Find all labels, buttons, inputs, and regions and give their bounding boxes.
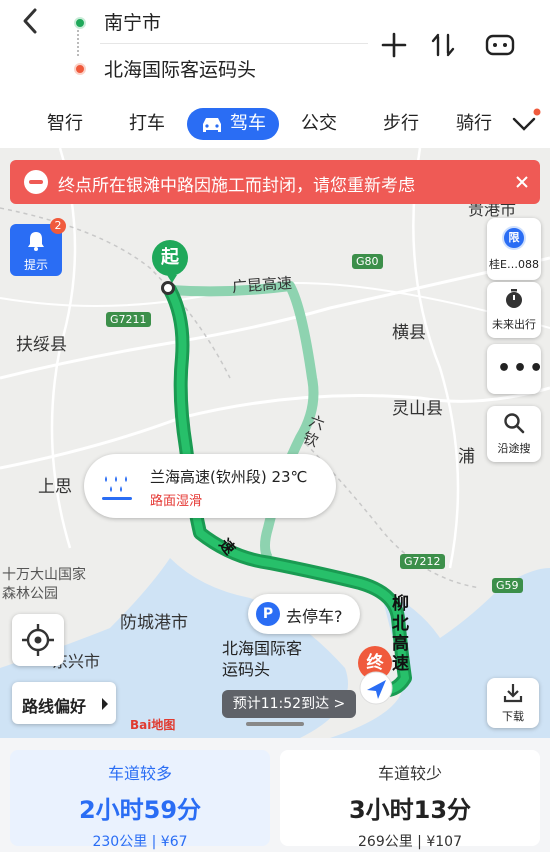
download-icon: [502, 682, 524, 704]
tab-walk[interactable]: 步行: [376, 108, 426, 140]
bell-icon: [26, 230, 46, 252]
place-label: 灵山县: [392, 399, 443, 419]
tab-smart[interactable]: 智行: [40, 108, 90, 140]
place-label: 扶绥县: [16, 335, 67, 355]
tab-bike[interactable]: 骑行: [456, 108, 492, 140]
alert-text: 终点所在银滩中路因施工而封闭，请您重新考虑: [58, 176, 415, 196]
parking-bubble[interactable]: P 去停车?: [248, 594, 360, 634]
restriction-icon: 限: [502, 226, 526, 250]
park-label: 十万大山国家森林公园: [2, 567, 86, 602]
download-button[interactable]: 下载: [487, 678, 539, 728]
more-dots-icon: •••: [497, 356, 546, 381]
baidu-logo: Bai地图: [130, 718, 176, 732]
route-option-alt[interactable]: 车道较少 3小时13分 269公里 | ¥107: [280, 750, 540, 850]
start-point-icon: [161, 281, 175, 295]
road-closure-alert: 终点所在银滩中路因施工而封闭，请您重新考虑: [10, 160, 540, 204]
route-tag: 车道较少: [377, 764, 442, 783]
tips-badge: 2: [50, 218, 66, 234]
more-modes-chevron-icon[interactable]: [508, 108, 542, 140]
route-option-fast[interactable]: 车道较多 2小时59分 230公里 | ¥67: [10, 750, 270, 850]
route-options-panel: 车道较多 2小时59分 230公里 | ¥67 车道较少 3小时13分 269公…: [0, 738, 550, 852]
place-label: 横县: [392, 323, 426, 343]
place-label: 防城港市: [120, 613, 188, 633]
eta-pill[interactable]: 预计11:52到达 >: [222, 690, 356, 718]
tab-taxi[interactable]: 打车: [122, 108, 172, 140]
rain-icon: [100, 470, 134, 502]
car-settings-icon[interactable]: [482, 27, 518, 63]
road-shield: G80: [352, 254, 383, 269]
restriction-button[interactable]: 限 桂E…088: [487, 218, 541, 280]
road-shield: G7211: [106, 312, 151, 327]
no-entry-icon: [24, 170, 48, 194]
route-connector: [77, 30, 81, 56]
download-label: 下载: [502, 710, 524, 723]
tab-bus[interactable]: 公交: [294, 108, 344, 140]
car-icon: [199, 114, 225, 146]
drag-handle[interactable]: [246, 722, 304, 726]
search-along-label: 沿途搜: [497, 442, 531, 455]
road-shield: G7212: [400, 554, 445, 569]
parking-label: 去停车?: [286, 607, 343, 626]
route-header: 南宁市 北海国际客运码头: [0, 0, 550, 100]
locate-button[interactable]: [12, 614, 64, 666]
tab-drive[interactable]: 驾车: [187, 108, 279, 140]
start-marker[interactable]: 起: [152, 240, 188, 276]
route-duration: 2小时59分: [78, 796, 202, 824]
destination-field[interactable]: 北海国际客运码头: [104, 55, 256, 82]
route-meta: 269公里 | ¥107: [358, 834, 462, 850]
current-location-arrow-icon: [358, 670, 394, 706]
parking-icon: P: [256, 602, 280, 626]
map-view[interactable]: 扶绥县 横县 灵山县 上思 防城港市 十万大山国家森林公园 浦 贵港市 东兴市 …: [0, 148, 550, 738]
future-trip-label: 未来出行: [492, 318, 536, 331]
add-waypoint-icon[interactable]: [376, 27, 412, 63]
route-duration: 3小时13分: [348, 796, 472, 824]
origin-field[interactable]: 南宁市: [104, 8, 161, 35]
tips-label: 提示: [23, 258, 48, 272]
restriction-label: 桂E…088: [489, 258, 539, 271]
close-icon[interactable]: [510, 170, 534, 194]
weather-bubble[interactable]: 兰海高速(钦州段) 23℃ 路面湿滑: [84, 454, 336, 518]
locate-icon: [22, 624, 54, 656]
search-icon: [503, 412, 525, 434]
search-along-button[interactable]: 沿途搜: [487, 406, 541, 462]
road-shield: G59: [492, 578, 523, 593]
swap-icon[interactable]: [425, 27, 461, 63]
more-button[interactable]: •••: [487, 344, 543, 394]
route-preference-button[interactable]: 路线偏好: [12, 682, 116, 724]
field-divider: [100, 43, 368, 44]
weather-subtitle: 路面湿滑: [150, 494, 203, 509]
road-label: 柳北高速: [392, 594, 409, 674]
destination-dot-icon: [74, 63, 86, 75]
destination-map-label: 北海国际客运码头: [222, 639, 303, 679]
route-meta: 230公里 | ¥67: [92, 834, 188, 850]
place-label: 浦: [458, 447, 475, 467]
route-tag: 车道较多: [107, 764, 172, 783]
place-label: 上思: [38, 477, 72, 497]
weather-title: 兰海高速(钦州段) 23℃: [150, 468, 308, 486]
route-preference-label: 路线偏好: [22, 697, 87, 716]
travel-mode-tabs: 智行 打车 驾车 公交 步行 骑行: [0, 100, 550, 148]
timer-icon: [503, 288, 525, 310]
tab-drive-label: 驾车: [230, 113, 266, 134]
chevron-right-icon: [100, 696, 110, 715]
origin-dot-icon: [74, 17, 86, 29]
future-trip-button[interactable]: 未来出行: [487, 282, 541, 338]
road-label: 广昆高速: [231, 273, 293, 297]
back-icon[interactable]: [20, 6, 50, 40]
